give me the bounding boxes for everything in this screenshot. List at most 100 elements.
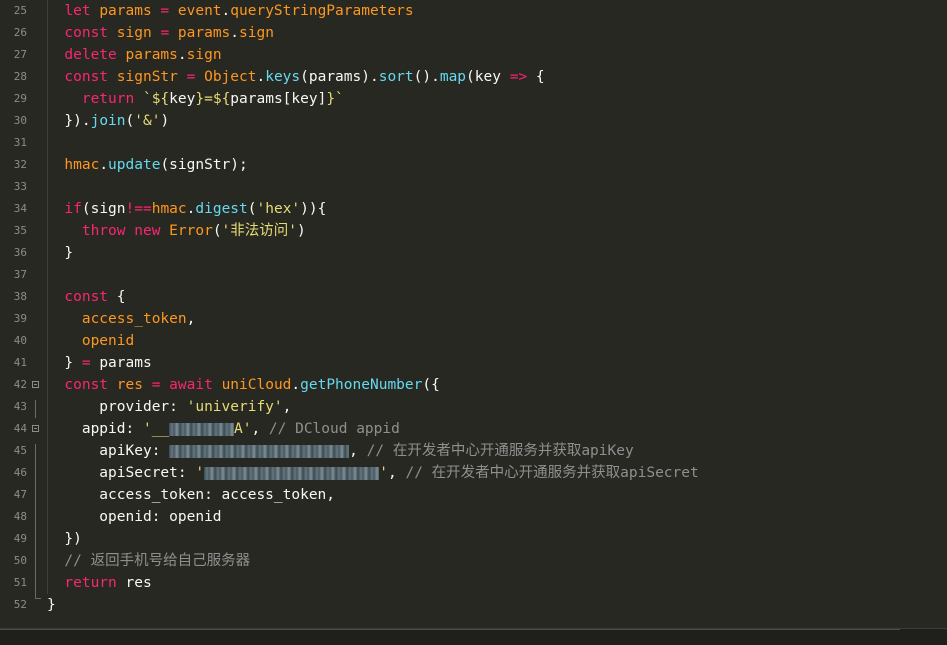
code-line[interactable]: throw new Error('非法访问') xyxy=(64,220,306,242)
line-number: 46 xyxy=(13,466,27,479)
code-line[interactable]: appid: '__ A', // DCloud appid xyxy=(64,418,400,440)
code-line[interactable]: const res = await uniCloud.getPhoneNumbe… xyxy=(64,374,439,396)
code-token: access_token: access_token, xyxy=(64,487,336,503)
code-token: }=${ xyxy=(195,91,231,107)
code-token: = xyxy=(160,3,178,19)
code-token: map xyxy=(439,69,467,85)
code-token: ( xyxy=(125,113,135,129)
line-number: 29 xyxy=(13,92,27,105)
code-token: { xyxy=(116,289,126,305)
code-token: key xyxy=(169,91,196,107)
code-line[interactable]: // 返回手机号给自己服务器 xyxy=(64,550,250,572)
code-token: (params). xyxy=(300,69,379,85)
code-token: 'hex' xyxy=(256,201,301,217)
code-line[interactable]: if(sign!==hmac.digest('hex')){ xyxy=(64,198,326,220)
code-line[interactable]: hmac.update(signStr); xyxy=(64,154,247,176)
code-line[interactable]: let params = event.queryStringParameters xyxy=(64,0,413,22)
code-line[interactable]: }) xyxy=(64,528,81,550)
code-token: await xyxy=(169,377,222,393)
code-token: join xyxy=(90,113,126,129)
line-number: 52 xyxy=(13,598,27,611)
code-token: ) xyxy=(160,113,170,129)
code-line[interactable]: return `${key}=${params[key]}` xyxy=(64,88,344,110)
code-token: . xyxy=(99,157,109,173)
code-line[interactable]: delete params.sign xyxy=(64,44,221,66)
code-token: signStr xyxy=(116,69,187,85)
line-number: 28 xyxy=(13,70,27,83)
line-number: 35 xyxy=(13,224,27,237)
code-line[interactable]: } xyxy=(47,594,56,616)
line-number: 31 xyxy=(13,136,27,149)
code-token: sign xyxy=(186,47,222,63)
code-token: !== xyxy=(125,201,152,217)
code-token: event xyxy=(177,3,222,19)
code-token: ' xyxy=(195,465,205,481)
code-token: const xyxy=(64,289,117,305)
line-number: 26 xyxy=(13,26,27,39)
code-token: (key xyxy=(466,69,510,85)
line-number: 37 xyxy=(13,268,27,281)
code-token: , xyxy=(251,421,269,437)
code-line[interactable]: const signStr = Object.keys(params).sort… xyxy=(64,66,544,88)
code-token: , xyxy=(388,465,406,481)
code-token: res xyxy=(116,377,152,393)
code-line[interactable]: return res xyxy=(64,572,151,594)
code-token: uniCloud xyxy=(221,377,292,393)
code-line[interactable]: } = params xyxy=(64,352,151,374)
code-line[interactable]: openid: openid xyxy=(64,506,221,528)
code-token: // 返回手机号给自己服务器 xyxy=(64,553,251,569)
code-line[interactable]: const sign = params.sign xyxy=(64,22,274,44)
fold-toggle-icon[interactable] xyxy=(32,381,39,388)
horizontal-scrollbar[interactable] xyxy=(0,629,900,630)
code-token: . xyxy=(221,3,231,19)
code-token: }` xyxy=(326,91,344,107)
code-token: const xyxy=(64,69,117,85)
code-token: params xyxy=(177,25,231,41)
code-line[interactable]: } xyxy=(64,242,73,264)
code-line[interactable]: }).join('&') xyxy=(64,110,169,132)
code-token: sign xyxy=(116,25,161,41)
line-number: 27 xyxy=(13,48,27,61)
code-token: }) xyxy=(64,531,82,547)
code-token: ({ xyxy=(422,377,440,393)
redacted-value xyxy=(169,422,234,436)
code-token: params xyxy=(99,3,161,19)
code-token: new xyxy=(134,223,170,239)
code-line[interactable]: access_token, xyxy=(64,308,196,330)
code-token: openid xyxy=(64,333,135,349)
code-line[interactable]: provider: 'univerify', xyxy=(64,396,291,418)
line-number: 34 xyxy=(13,202,27,215)
code-token: '__ xyxy=(142,421,170,437)
line-number: 40 xyxy=(13,334,27,347)
code-token: // 在开发者中心开通服务并获取apiSecret xyxy=(405,465,699,481)
line-number: 48 xyxy=(13,510,27,523)
code-token: openid: openid xyxy=(64,509,222,525)
line-number: 33 xyxy=(13,180,27,193)
fold-toggle-icon[interactable] xyxy=(32,425,39,432)
code-line[interactable]: apiKey: , // 在开发者中心开通服务并获取apiKey xyxy=(64,440,633,462)
code-token: ( xyxy=(247,201,257,217)
code-token: ) xyxy=(297,223,306,239)
code-line[interactable]: openid xyxy=(64,330,134,352)
line-number: 38 xyxy=(13,290,27,303)
code-token: if xyxy=(64,201,82,217)
code-line[interactable]: access_token: access_token, xyxy=(64,484,335,506)
code-token: delete xyxy=(64,47,126,63)
code-token: Error xyxy=(169,223,213,239)
code-token: (signStr); xyxy=(160,157,248,173)
code-line[interactable]: apiSecret: ' ', // 在开发者中心开通服务并获取apiSecret xyxy=(64,462,698,484)
line-number: 49 xyxy=(13,532,27,545)
code-token: queryStringParameters xyxy=(230,3,414,19)
code-token: sort xyxy=(378,69,414,85)
code-line[interactable]: const { xyxy=(64,286,125,308)
line-number: 39 xyxy=(13,312,27,325)
code-token: 'univerify' xyxy=(186,399,283,415)
code-token: apiKey: xyxy=(64,443,170,459)
code-token: '&' xyxy=(134,113,161,129)
editor-bottom-bar xyxy=(0,628,947,645)
fold-end-marker xyxy=(35,598,41,599)
code-token: ( xyxy=(212,223,222,239)
code-editor[interactable]: 25 26 27 28 29 30 31 32 33 34 35 36 37 38 39 40 41 42 43 44… xyxy=(0,0,947,628)
code-token: => xyxy=(509,69,536,85)
code-token: } xyxy=(47,597,56,613)
